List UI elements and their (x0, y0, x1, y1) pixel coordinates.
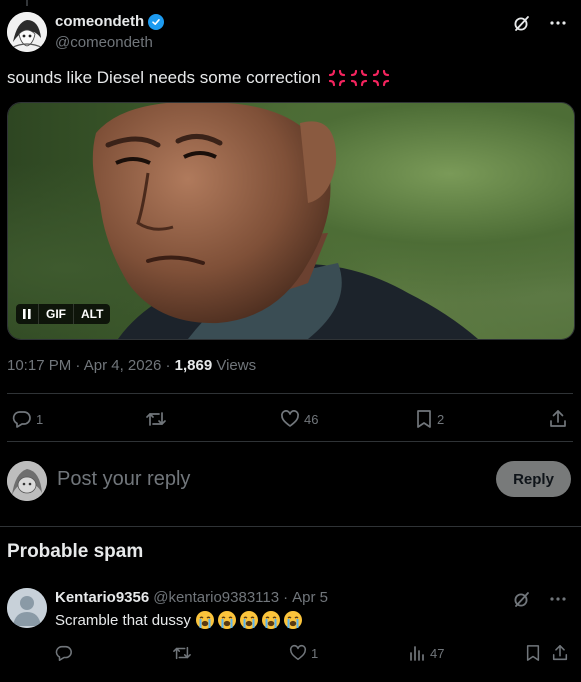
post-meta: 10:17 PM · Apr 4, 2026 · 1,869 Views (7, 357, 256, 374)
bookmark-icon (526, 645, 540, 661)
share-icon (550, 410, 566, 427)
loudly-crying-face-icon (283, 611, 302, 629)
anger-symbol-icon (328, 69, 345, 87)
heart-icon (281, 410, 299, 427)
thread-line (26, 0, 28, 6)
repost-icon (173, 646, 191, 660)
reply-text-emojis (195, 610, 303, 630)
views-label: Views (216, 357, 257, 374)
reply-author-handle[interactable]: @kentario9383113 (153, 589, 279, 606)
reply-text: Scramble that dussy (55, 611, 191, 629)
grok-icon[interactable] (511, 12, 533, 34)
reply-actions-bar: 1 47 (0, 640, 581, 666)
author-display-name[interactable]: comeondeth (55, 13, 144, 30)
reply-button[interactable]: Reply (496, 461, 571, 497)
divider (7, 441, 573, 442)
anger-symbol-icon (350, 69, 367, 87)
grok-icon[interactable] (511, 588, 533, 610)
repost-icon (146, 412, 166, 426)
reply-input[interactable]: Post your reply (57, 468, 190, 491)
post-text-row: sounds like Diesel needs some correction (7, 68, 391, 88)
meta-separator: · (71, 357, 84, 374)
reply-author-row: Kentario9356 @kentario9383113 · Apr 5 (55, 589, 328, 606)
like-action[interactable]: 1 (289, 644, 318, 662)
author-name-row[interactable]: comeondeth (55, 13, 165, 30)
share-action[interactable] (551, 644, 569, 662)
share-icon (552, 645, 568, 661)
share-action[interactable] (548, 409, 568, 429)
loudly-crying-face-icon (239, 611, 258, 629)
repost-action[interactable] (172, 644, 196, 662)
meta-separator: · (161, 357, 175, 374)
meta-separator: · (283, 589, 289, 606)
loudly-crying-face-icon (217, 611, 236, 629)
default-avatar-icon (7, 588, 47, 628)
reply-icon (55, 645, 72, 661)
reply-date[interactable]: Apr 5 (292, 589, 328, 606)
reply-count: 1 (36, 411, 44, 427)
post-date[interactable]: Apr 4, 2026 (84, 357, 162, 374)
loudly-crying-face-icon (261, 611, 280, 629)
like-action[interactable]: 46 (280, 409, 318, 429)
views-action[interactable]: 47 (408, 644, 444, 662)
reply-action[interactable] (55, 644, 77, 662)
views-count: 47 (430, 645, 445, 661)
verified-badge-icon (148, 13, 165, 30)
loudly-crying-face-icon (195, 611, 214, 629)
bookmark-action[interactable] (525, 644, 541, 662)
reply-author-avatar[interactable] (7, 588, 47, 628)
reply-top-icons (511, 588, 569, 610)
divider (0, 526, 581, 527)
like-count: 46 (304, 411, 319, 427)
section-title: Probable spam (7, 541, 144, 562)
bookmark-action[interactable]: 2 (415, 409, 444, 429)
like-count: 1 (311, 645, 319, 661)
views-count: 1,869 (174, 357, 213, 374)
post-actions-bar: 1 46 2 (0, 403, 581, 433)
anger-symbol-icon (372, 69, 389, 87)
avatar[interactable] (7, 12, 47, 52)
media-badges: GIF ALT (16, 304, 111, 324)
reply-author-name[interactable]: Kentario9356 (55, 589, 149, 606)
alt-badge[interactable]: ALT (73, 304, 110, 324)
more-options-icon[interactable] (547, 12, 569, 34)
pause-icon[interactable] (16, 304, 38, 324)
post-time[interactable]: 10:17 PM (7, 357, 71, 374)
more-options-icon[interactable] (547, 588, 569, 610)
divider (7, 393, 573, 394)
bookmark-count: 2 (437, 411, 445, 427)
composer-avatar[interactable] (7, 461, 47, 501)
repost-action[interactable] (145, 409, 171, 429)
reply-action[interactable]: 1 (12, 409, 43, 429)
bookmark-icon (417, 410, 431, 428)
post-text-emojis (327, 68, 391, 88)
heart-icon (289, 644, 307, 661)
views-bar-chart-icon (410, 646, 424, 661)
post-text: sounds like Diesel needs some correction (7, 68, 321, 87)
gif-badge: GIF (38, 304, 73, 324)
author-handle[interactable]: @comeondeth (55, 34, 153, 51)
post-top-icons (511, 12, 569, 34)
reply-text-row: Scramble that dussy (55, 610, 303, 630)
reply-icon (12, 411, 31, 428)
